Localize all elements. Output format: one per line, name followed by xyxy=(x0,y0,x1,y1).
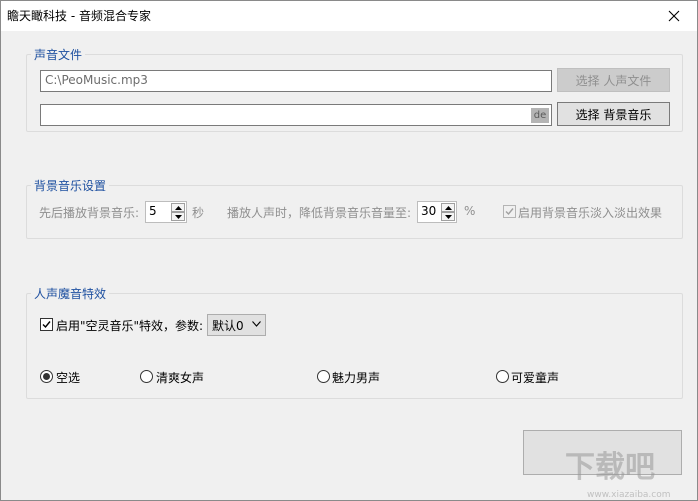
radio-fresh-female[interactable] xyxy=(140,370,153,383)
reduce-volume-unit: % xyxy=(464,204,476,218)
input-method-tag: de xyxy=(531,108,549,123)
select-bg-music-button[interactable]: 选择 背景音乐 xyxy=(557,102,670,126)
radio-fresh-female-label: 清爽女声 xyxy=(156,371,205,385)
chevron-down-icon xyxy=(252,321,261,327)
select-voice-button[interactable]: 选择 人声文件 xyxy=(557,68,670,92)
voice-file-legend: 声音文件 xyxy=(31,46,86,63)
arrow-down-icon xyxy=(444,214,452,219)
voice-path-field[interactable]: C:\PeoMusic.mp3 xyxy=(40,70,552,92)
fade-checkbox[interactable] xyxy=(503,205,516,218)
check-icon xyxy=(42,321,51,329)
delay-unit: 秒 xyxy=(192,206,205,220)
radio-charming-male-label: 魅力男声 xyxy=(332,371,381,385)
bg-music-path-field[interactable]: de xyxy=(40,104,552,126)
reduce-down-button[interactable] xyxy=(441,212,455,221)
radio-none[interactable] xyxy=(40,370,53,383)
title-bar: 瞻天瞰科技 - 音频混合专家 xyxy=(1,1,697,31)
arrow-up-icon xyxy=(444,205,452,210)
arrow-up-icon xyxy=(174,205,182,210)
ethereal-effect-label: 启用"空灵音乐"特效，参数: xyxy=(56,319,204,333)
reduce-up-button[interactable] xyxy=(441,203,455,212)
radio-none-label: 空选 xyxy=(56,371,81,385)
radio-charming-male[interactable] xyxy=(317,370,330,383)
app-window: 瞻天瞰科技 - 音频混合专家 声音文件 C:\PeoMusic.mp3 选择 人… xyxy=(0,0,698,501)
watermark-url: www.xiazaiba.com xyxy=(587,490,671,500)
reduce-volume-label: 播放人声时，降低背景音乐音量至: xyxy=(227,206,412,220)
check-icon xyxy=(505,208,514,216)
delay-spinner[interactable]: 5 xyxy=(145,201,187,223)
effect-param-value: 默认0 xyxy=(212,319,244,333)
reduce-volume-spinner[interactable]: 30 xyxy=(417,201,457,223)
fade-label: 启用背景音乐淡入淡出效果 xyxy=(518,206,663,220)
close-button[interactable] xyxy=(651,1,697,31)
delay-value: 5 xyxy=(149,204,157,218)
effect-param-select[interactable]: 默认0 xyxy=(207,314,266,336)
delay-down-button[interactable] xyxy=(171,212,185,221)
reduce-volume-value: 30 xyxy=(421,204,437,218)
ethereal-effect-checkbox[interactable] xyxy=(40,318,53,331)
radio-cute-child-label: 可爱童声 xyxy=(511,371,560,385)
delay-label: 先后播放背景音乐: xyxy=(39,206,140,220)
voice-effects-legend: 人声魔音特效 xyxy=(31,285,110,302)
radio-cute-child[interactable] xyxy=(496,370,509,383)
watermark-brand: 下载吧 xyxy=(565,450,655,485)
radio-selected-dot xyxy=(43,373,50,380)
close-icon xyxy=(668,10,680,22)
window-title: 瞻天瞰科技 - 音频混合专家 xyxy=(7,9,151,23)
bg-settings-legend: 背景音乐设置 xyxy=(31,177,110,194)
arrow-down-icon xyxy=(174,214,182,219)
watermark-logo: 下载吧 www.xiazaiba.com xyxy=(565,450,671,500)
delay-up-button[interactable] xyxy=(171,203,185,212)
